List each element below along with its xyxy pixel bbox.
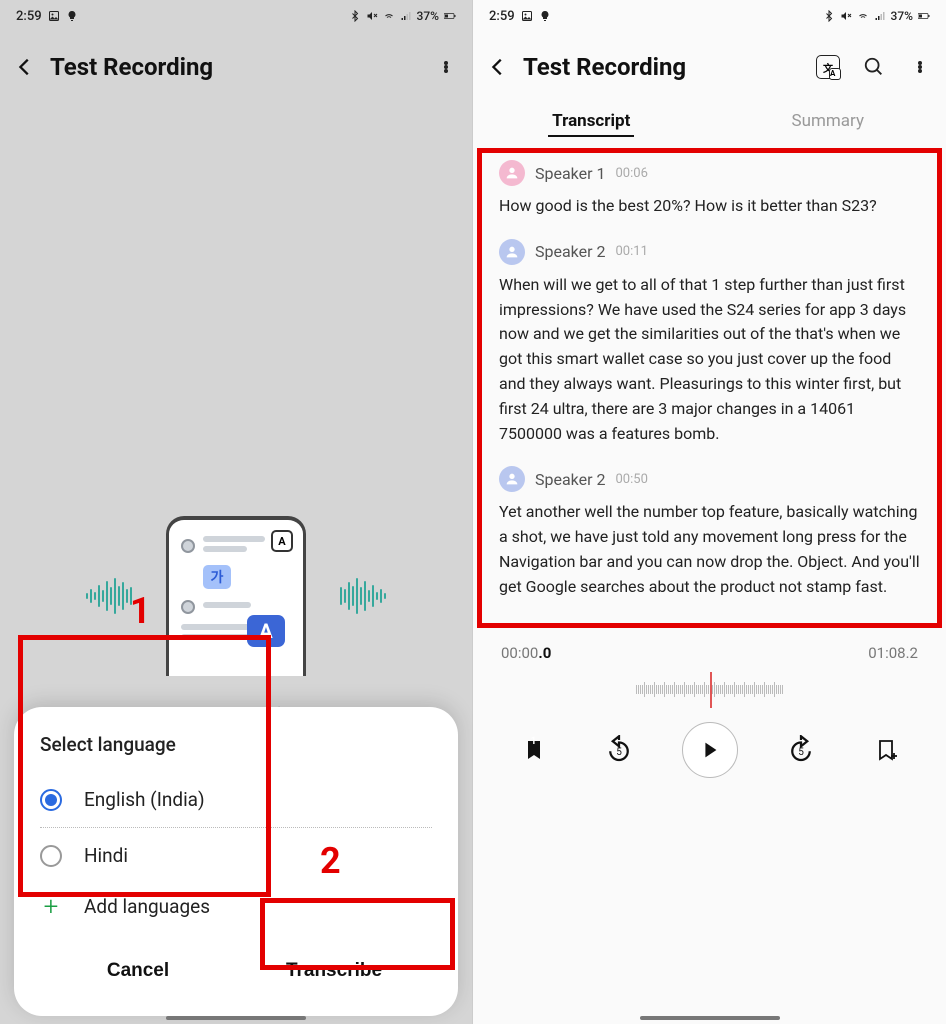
battery-text: 37% bbox=[417, 9, 439, 23]
annotation-1: 1 bbox=[130, 590, 151, 632]
back-icon[interactable] bbox=[487, 56, 509, 78]
add-bookmark-button[interactable] bbox=[864, 728, 908, 772]
page-title: Test Recording bbox=[50, 53, 420, 81]
battery-text: 37% bbox=[891, 9, 913, 23]
bluetooth-icon bbox=[823, 10, 835, 22]
status-time: 2:59 bbox=[16, 9, 42, 24]
speaker-name: Speaker 2 bbox=[535, 242, 606, 261]
entry-text: Yet another well the number top feature,… bbox=[499, 500, 920, 599]
status-time: 2:59 bbox=[489, 9, 515, 24]
svg-text:5: 5 bbox=[798, 747, 804, 758]
bubble-korean: 가 bbox=[203, 565, 231, 589]
speaker-avatar-icon bbox=[499, 239, 525, 265]
waveform-track[interactable] bbox=[501, 672, 918, 708]
plus-icon: + bbox=[40, 896, 62, 918]
annotation-2: 2 bbox=[320, 840, 341, 882]
battery-icon bbox=[918, 10, 930, 22]
header-left: Test Recording bbox=[0, 32, 472, 102]
add-languages-row[interactable]: + Add languages bbox=[40, 881, 432, 932]
current-time: 00:00.0 bbox=[501, 644, 551, 662]
language-label: Hindi bbox=[84, 844, 128, 867]
radio-icon bbox=[40, 845, 62, 867]
speaker-avatar-icon bbox=[499, 160, 525, 186]
phone-left: 2:59 37% Test Recording A bbox=[0, 0, 473, 1024]
back-icon[interactable] bbox=[14, 56, 36, 78]
nav-bar[interactable] bbox=[166, 1016, 306, 1020]
svg-text:5: 5 bbox=[616, 747, 622, 758]
timestamp: 00:50 bbox=[616, 472, 648, 487]
bluetooth-icon bbox=[349, 10, 361, 22]
mute-icon bbox=[366, 10, 378, 22]
more-menu-icon[interactable] bbox=[908, 55, 932, 79]
timestamp: 00:06 bbox=[616, 166, 648, 181]
image-icon bbox=[521, 10, 533, 22]
language-label: English (India) bbox=[84, 788, 205, 811]
tab-transcript[interactable]: Transcript bbox=[473, 111, 710, 141]
transcript-entry: Speaker 1 00:06 How good is the best 20%… bbox=[499, 160, 920, 219]
speaker-name: Speaker 1 bbox=[535, 164, 606, 183]
transcript-area: Speaker 1 00:06 How good is the best 20%… bbox=[481, 150, 938, 630]
lightbulb-icon bbox=[539, 10, 551, 22]
timestamp: 00:11 bbox=[616, 244, 648, 259]
phone-right: 2:59 37% Test Recording 文A Transcript bbox=[473, 0, 946, 1024]
language-option-english[interactable]: English (India) bbox=[40, 774, 432, 825]
transcribe-button[interactable]: Transcribe bbox=[236, 942, 432, 1000]
playhead-cursor[interactable] bbox=[710, 672, 712, 708]
speaker-avatar-icon bbox=[499, 466, 525, 492]
transcript-entry: Speaker 2 00:50 Yet another well the num… bbox=[499, 466, 920, 599]
nav-bar[interactable] bbox=[640, 1016, 780, 1020]
battery-icon bbox=[444, 10, 456, 22]
translate-button[interactable]: 文A bbox=[816, 55, 840, 79]
wifi-icon bbox=[857, 10, 869, 22]
progress-area: 00:00.0 01:08.2 bbox=[473, 630, 946, 716]
lightbulb-icon bbox=[66, 10, 78, 22]
image-icon bbox=[48, 10, 60, 22]
language-sheet: Select language English (India) Hindi + … bbox=[14, 707, 458, 1016]
translate-icon: A bbox=[271, 530, 293, 552]
forward-5-button[interactable]: 5 bbox=[779, 728, 823, 772]
entry-text: When will we get to all of that 1 step f… bbox=[499, 273, 920, 447]
radio-icon bbox=[40, 789, 62, 811]
entry-text: How good is the best 20%? How is it bett… bbox=[499, 194, 920, 219]
page-title: Test Recording bbox=[523, 53, 802, 81]
signal-icon bbox=[400, 10, 412, 22]
header-right: Test Recording 文A bbox=[473, 32, 946, 102]
bubble-english: A bbox=[247, 615, 285, 647]
wifi-icon bbox=[383, 10, 395, 22]
status-bar: 2:59 37% bbox=[0, 0, 472, 32]
search-button[interactable] bbox=[862, 55, 886, 79]
language-option-hindi[interactable]: Hindi bbox=[40, 830, 432, 881]
signal-icon bbox=[874, 10, 886, 22]
bookmark-button[interactable]: 1 bbox=[512, 728, 556, 772]
speaker-name: Speaker 2 bbox=[535, 470, 606, 489]
cancel-button[interactable]: Cancel bbox=[40, 942, 236, 1000]
divider bbox=[40, 827, 432, 828]
status-bar: 2:59 37% bbox=[473, 0, 946, 32]
transcript-entry: Speaker 2 00:11 When will we get to all … bbox=[499, 239, 920, 447]
mute-icon bbox=[840, 10, 852, 22]
tabs: Transcript Summary bbox=[473, 102, 946, 150]
sheet-title: Select language bbox=[40, 733, 432, 756]
add-languages-label: Add languages bbox=[84, 895, 210, 918]
tab-summary[interactable]: Summary bbox=[710, 111, 946, 141]
more-menu-icon[interactable] bbox=[434, 55, 458, 79]
playback-controls: 1 5 5 bbox=[473, 716, 946, 800]
rewind-5-button[interactable]: 5 bbox=[597, 728, 641, 772]
total-time: 01:08.2 bbox=[868, 644, 918, 662]
play-button[interactable] bbox=[682, 722, 738, 778]
